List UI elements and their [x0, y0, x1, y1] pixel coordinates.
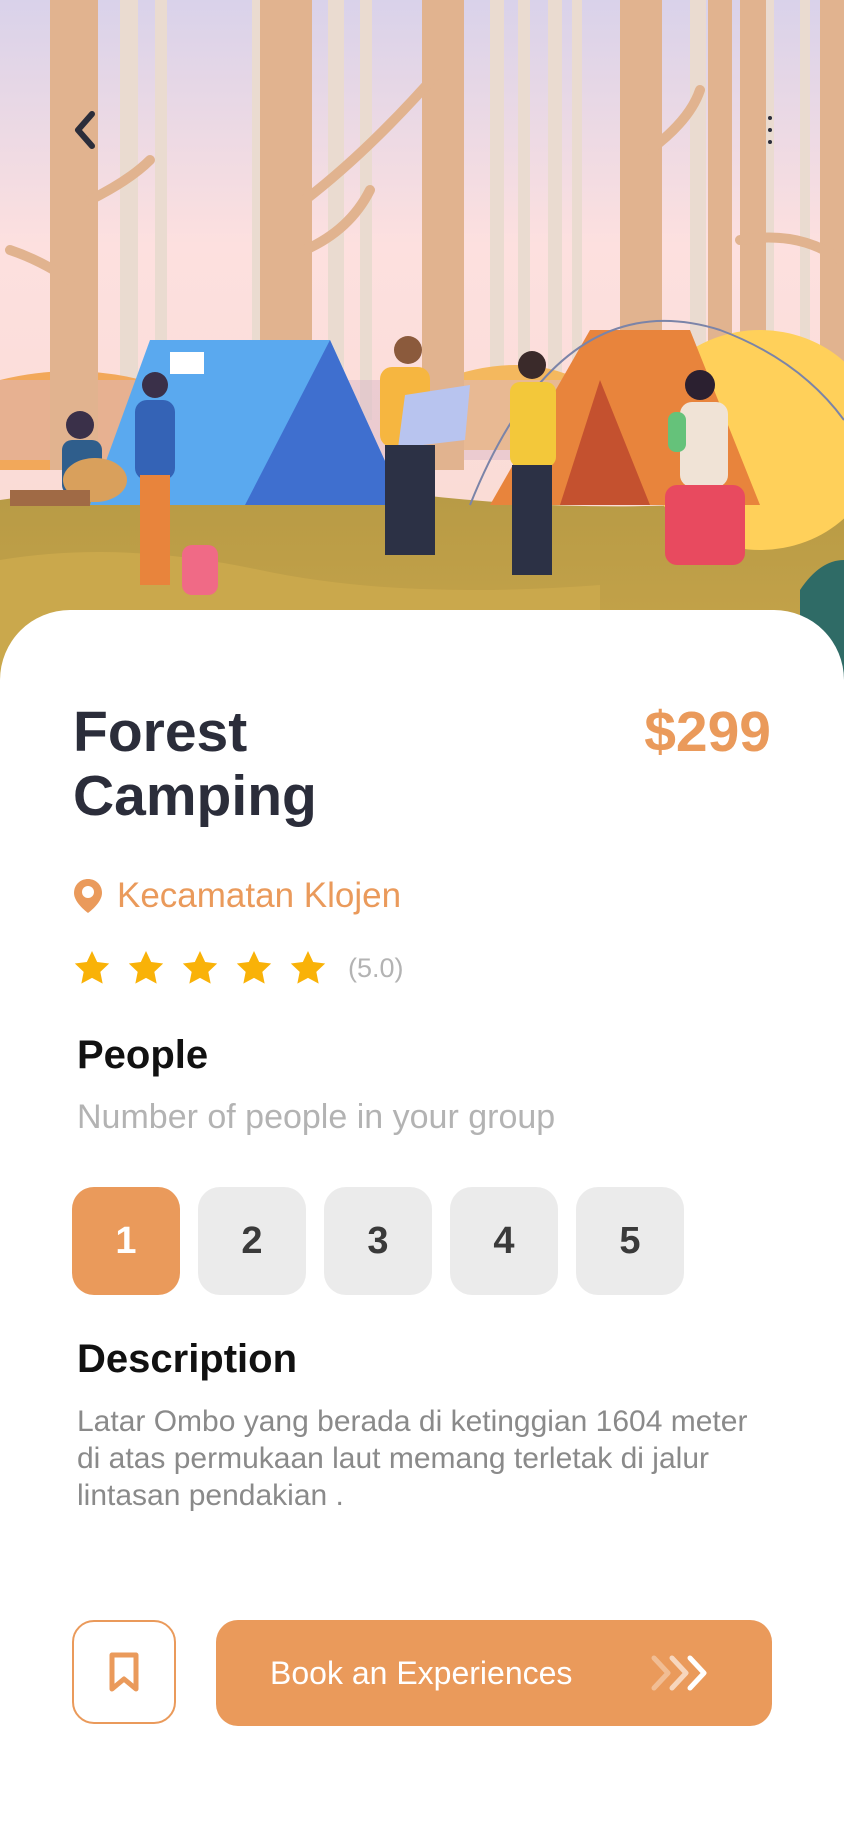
back-button[interactable] [55, 100, 115, 160]
people-heading: People [77, 1033, 209, 1077]
rating: (5.0) [72, 948, 404, 988]
bookmark-icon [109, 1652, 139, 1692]
people-selector: 1 2 3 4 5 [72, 1187, 684, 1295]
bookmark-button[interactable] [72, 1620, 176, 1724]
triple-chevron-right-icon [651, 1655, 707, 1691]
trip-price: $299 [644, 700, 771, 764]
description-text: Latar Ombo yang berada di ketinggian 160… [77, 1405, 748, 1512]
map-pin-icon [74, 879, 102, 913]
people-option-3[interactable]: 3 [324, 1187, 432, 1295]
more-options-button[interactable] [740, 100, 800, 160]
star-icon [290, 951, 326, 984]
hero-illustration [0, 0, 844, 700]
star-icon [74, 951, 110, 984]
people-option-4[interactable]: 4 [450, 1187, 558, 1295]
people-option-1[interactable]: 1 [72, 1187, 180, 1295]
vertical-dots-icon [768, 116, 772, 144]
chevron-left-icon [75, 111, 95, 149]
description-heading: Description [77, 1337, 298, 1381]
star-icon [128, 951, 164, 984]
trip-title: Forest Camping [73, 700, 317, 828]
rating-value: (5.0) [348, 952, 404, 983]
location-label: Kecamatan Klojen [117, 876, 402, 915]
book-button-label: Book an Experiences [270, 1654, 573, 1691]
trip-location: Kecamatan Klojen [73, 876, 401, 916]
people-option-5[interactable]: 5 [576, 1187, 684, 1295]
star-icon [182, 951, 218, 984]
people-option-2[interactable]: 2 [198, 1187, 306, 1295]
book-experience-button[interactable]: Book an Experiences [216, 1620, 772, 1726]
people-subtitle: Number of people in your group [77, 1098, 556, 1136]
star-icon [236, 951, 272, 984]
